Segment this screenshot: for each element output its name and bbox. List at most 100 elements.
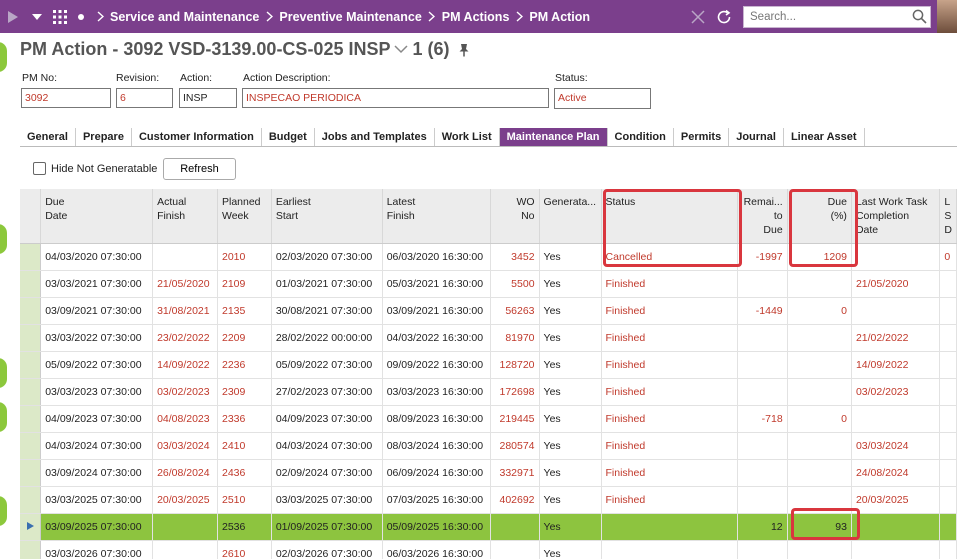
cell-generatable[interactable]: Yes — [539, 270, 602, 298]
cell-last-scheduled-date[interactable] — [939, 351, 957, 379]
column-header-last-work-task-completion-date[interactable]: Last Work Task Completion Date — [851, 189, 941, 244]
cell-latest-finish[interactable]: 05/03/2021 16:30:00 — [382, 270, 491, 298]
cell-status[interactable] — [601, 540, 738, 559]
cell-status[interactable]: Finished — [601, 459, 738, 487]
cell-latest-finish[interactable]: 06/03/2026 16:30:00 — [382, 540, 491, 559]
cell-wo-no[interactable]: 56263 — [490, 297, 540, 325]
cell-last-work-task-completion-date[interactable]: 21/05/2020 — [851, 270, 941, 298]
cell-last-scheduled-date[interactable]: 0 — [939, 243, 957, 271]
cell-planned-week[interactable]: 2309 — [217, 378, 272, 406]
cell-actual-finish[interactable]: 03/03/2024 — [152, 432, 218, 460]
cell-last-scheduled-date[interactable] — [939, 324, 957, 352]
breadcrumb-service-and-maintenance[interactable]: Service and Maintenance — [110, 10, 259, 24]
table-row[interactable]: 05/09/2022 07:30:00 14/09/2022 2236 05/09/2… — [20, 351, 957, 379]
cell-due-date[interactable]: 03/09/2021 07:30:00 — [40, 297, 154, 325]
tab-linear-asset[interactable]: Linear Asset — [784, 128, 865, 146]
tab-general[interactable]: General — [20, 128, 76, 146]
revision-field[interactable]: 6 — [116, 88, 173, 108]
cell-last-work-task-completion-date[interactable]: 24/08/2024 — [851, 459, 941, 487]
cell-wo-no[interactable] — [490, 513, 540, 541]
cell-generatable[interactable]: Yes — [539, 486, 602, 514]
breadcrumb-pm-actions[interactable]: PM Actions — [442, 10, 510, 24]
cell-actual-finish[interactable]: 21/05/2020 — [152, 270, 218, 298]
cell-last-work-task-completion-date[interactable] — [851, 540, 941, 559]
cell-remaining-to-due[interactable]: -1997 — [737, 243, 788, 271]
status-field[interactable]: Active — [554, 88, 651, 109]
cell-due-date[interactable]: 04/09/2023 07:30:00 — [40, 405, 154, 433]
cell-last-scheduled-date[interactable] — [939, 297, 957, 325]
cell-generatable[interactable]: Yes — [539, 297, 602, 325]
play-icon[interactable] — [0, 0, 26, 33]
cell-latest-finish[interactable]: 09/09/2022 16:30:00 — [382, 351, 491, 379]
column-header-remaining-to-due[interactable]: Remai... to Due — [737, 189, 788, 244]
cell-latest-finish[interactable]: 04/03/2022 16:30:00 — [382, 324, 491, 352]
cell-wo-no[interactable]: 3452 — [490, 243, 540, 271]
cell-due-percent[interactable] — [787, 324, 852, 352]
cell-earliest-start[interactable]: 02/03/2020 07:30:00 — [271, 243, 383, 271]
row-indicator[interactable] — [20, 459, 42, 487]
cell-latest-finish[interactable]: 08/03/2024 16:30:00 — [382, 432, 491, 460]
table-row[interactable]: 04/03/2020 07:30:00 2010 02/03/2020 07:30:… — [20, 243, 957, 271]
cell-last-work-task-completion-date[interactable]: 14/09/2022 — [851, 351, 941, 379]
tab-customer-information[interactable]: Customer Information — [132, 128, 262, 146]
cell-last-work-task-completion-date[interactable]: 21/02/2022 — [851, 324, 941, 352]
tab-budget[interactable]: Budget — [262, 128, 315, 146]
row-indicator[interactable] — [20, 405, 42, 433]
cell-status[interactable]: Finished — [601, 297, 738, 325]
row-indicator[interactable] — [20, 540, 42, 559]
cell-earliest-start[interactable]: 27/02/2023 07:30:00 — [271, 378, 383, 406]
cell-remaining-to-due[interactable] — [737, 351, 788, 379]
cell-due-date[interactable]: 04/03/2020 07:30:00 — [40, 243, 154, 271]
avatar[interactable] — [937, 0, 957, 33]
cell-last-scheduled-date[interactable] — [939, 270, 957, 298]
row-indicator[interactable] — [20, 378, 42, 406]
search-input[interactable] — [750, 7, 909, 26]
cell-remaining-to-due[interactable] — [737, 378, 788, 406]
cell-earliest-start[interactable]: 03/03/2025 07:30:00 — [271, 486, 383, 514]
cell-status[interactable] — [601, 513, 738, 541]
cell-due-date[interactable]: 03/09/2025 07:30:00 — [40, 513, 154, 541]
cell-planned-week[interactable]: 2410 — [217, 432, 272, 460]
cell-earliest-start[interactable]: 02/03/2026 07:30:00 — [271, 540, 383, 559]
cell-last-scheduled-date[interactable] — [939, 459, 957, 487]
cell-generatable[interactable]: Yes — [539, 405, 602, 433]
cell-earliest-start[interactable]: 04/03/2024 07:30:00 — [271, 432, 383, 460]
tab-jobs-and-templates[interactable]: Jobs and Templates — [315, 128, 435, 146]
dot-icon[interactable] — [72, 13, 90, 20]
cell-due-percent[interactable] — [787, 486, 852, 514]
cell-due-date[interactable]: 03/09/2024 07:30:00 — [40, 459, 154, 487]
table-row[interactable]: 03/09/2021 07:30:00 31/08/2021 2135 30/08/2… — [20, 297, 957, 325]
caret-down-icon[interactable] — [26, 13, 48, 20]
cell-generatable[interactable]: Yes — [539, 351, 602, 379]
cell-generatable[interactable]: Yes — [539, 243, 602, 271]
cell-due-date[interactable]: 04/03/2024 07:30:00 — [40, 432, 154, 460]
cell-wo-no[interactable]: 172698 — [490, 378, 540, 406]
chevron-down-icon[interactable] — [394, 45, 409, 54]
cell-last-scheduled-date[interactable] — [939, 486, 957, 514]
tab-condition[interactable]: Condition — [608, 128, 674, 146]
table-row[interactable]: 04/09/2023 07:30:00 04/08/2023 2336 04/09/2… — [20, 405, 957, 433]
cell-remaining-to-due[interactable]: -1449 — [737, 297, 788, 325]
cell-generatable[interactable]: Yes — [539, 513, 602, 541]
cell-status[interactable]: Finished — [601, 486, 738, 514]
cell-remaining-to-due[interactable] — [737, 540, 788, 559]
cell-planned-week[interactable]: 2436 — [217, 459, 272, 487]
table-row[interactable]: 03/03/2021 07:30:00 21/05/2020 2109 01/03/2… — [20, 270, 957, 298]
cell-latest-finish[interactable]: 07/03/2025 16:30:00 — [382, 486, 491, 514]
cell-earliest-start[interactable]: 04/09/2023 07:30:00 — [271, 405, 383, 433]
cell-wo-no[interactable] — [490, 540, 540, 559]
close-icon[interactable] — [685, 9, 711, 24]
row-indicator[interactable] — [20, 513, 42, 541]
column-header-planned-week[interactable]: Planned Week — [217, 189, 272, 244]
cell-status[interactable]: Finished — [601, 432, 738, 460]
cell-due-percent[interactable] — [787, 540, 852, 559]
action-description-field[interactable]: INSPECAO PERIODICA — [242, 88, 549, 108]
cell-generatable[interactable]: Yes — [539, 378, 602, 406]
cell-status[interactable]: Finished — [601, 405, 738, 433]
column-header-due-percent[interactable]: Due (%) — [787, 189, 852, 244]
cell-due-date[interactable]: 03/03/2021 07:30:00 — [40, 270, 154, 298]
cell-due-date[interactable]: 03/03/2025 07:30:00 — [40, 486, 154, 514]
cell-last-work-task-completion-date[interactable]: 03/02/2023 — [851, 378, 941, 406]
apps-grid-icon[interactable] — [48, 9, 72, 24]
cell-actual-finish[interactable]: 31/08/2021 — [152, 297, 218, 325]
